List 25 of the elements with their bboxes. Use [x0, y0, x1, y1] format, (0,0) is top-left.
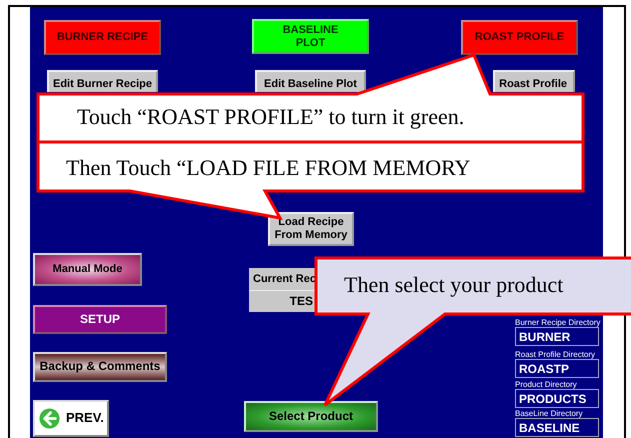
callout-text: Touch “ROAST PROFILE” to turn it green. — [77, 106, 464, 128]
directory-caption: Product Directory — [515, 379, 577, 391]
manual-mode-button[interactable]: Manual Mode — [33, 253, 142, 286]
recipe-name-value: TES — [249, 290, 315, 312]
edit-button[interactable]: Roast Profile — [493, 70, 575, 92]
directory-field: BASELINE — [515, 418, 599, 437]
select-product-button[interactable]: Select Product — [244, 401, 378, 432]
prev-button[interactable]: PREV. — [33, 400, 109, 437]
setup-button[interactable]: SETUP — [33, 305, 167, 334]
directory-caption: BaseLine Directory — [515, 408, 583, 420]
backup-button[interactable]: Backup & Comments — [33, 352, 167, 382]
load-recipe-button[interactable]: Load Recipe From Memory — [268, 212, 354, 246]
directory-field: PRODUCTS — [515, 389, 599, 408]
mode-button[interactable]: BASELINE PLOT — [252, 19, 369, 54]
directory-caption: Burner Recipe Directory — [515, 317, 600, 329]
directory-field: ROASTP — [515, 359, 599, 378]
callout-text: Then Touch “LOAD FILE FROM MEMORY — [66, 157, 470, 179]
recipe-name-label: Current Rec — [249, 268, 315, 290]
directory-caption: Roast Profile Directory — [515, 349, 596, 361]
mode-button[interactable]: ROAST PROFILE — [461, 20, 578, 55]
edit-button[interactable]: Edit Baseline Plot — [255, 70, 366, 92]
mode-button[interactable]: BURNER RECIPE — [44, 20, 161, 55]
callout-text: Then select your product — [344, 274, 564, 296]
directory-field: BURNER — [515, 327, 599, 346]
edit-button[interactable]: Edit Burner Recipe — [47, 70, 158, 92]
